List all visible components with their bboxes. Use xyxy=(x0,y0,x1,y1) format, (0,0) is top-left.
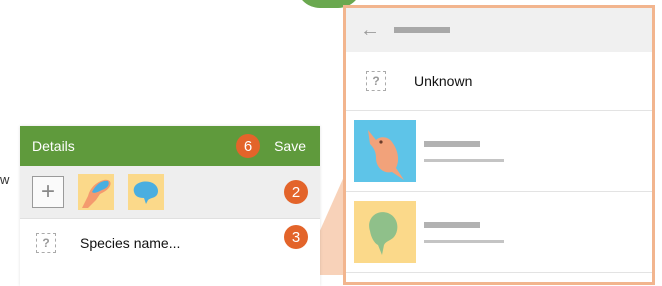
step-badge-3: 3 xyxy=(284,225,308,249)
plus-icon: + xyxy=(40,178,55,205)
picker-header: ← xyxy=(346,8,652,52)
details-title: Details xyxy=(32,138,75,154)
back-arrow-icon[interactable]: ← xyxy=(360,20,380,40)
details-panel: Details 6 Save + 2 ? Species name... 3 xyxy=(20,126,320,286)
photo-row: + 2 xyxy=(20,166,320,218)
save-button[interactable]: Save xyxy=(274,138,306,154)
title-placeholder xyxy=(394,27,450,33)
species-result-item[interactable] xyxy=(346,111,652,192)
species-detail-placeholder-bar xyxy=(424,158,504,162)
species-name-placeholder: Species name... xyxy=(80,235,181,251)
leaf-icon xyxy=(369,212,398,255)
species-name-field[interactable]: ? Species name... 3 xyxy=(20,218,320,267)
unknown-species-icon: ? xyxy=(36,233,56,253)
photo-thumbnail-bird[interactable] xyxy=(78,174,114,210)
species-name-placeholder-bar xyxy=(424,221,480,228)
photo-thumbnail-leaf[interactable] xyxy=(128,174,164,210)
species-picker-panel: ← ? Unknown xyxy=(343,5,655,285)
add-photo-button[interactable]: + xyxy=(32,176,64,208)
step-badge-6: 6 xyxy=(236,134,261,158)
step-badge-2: 2 xyxy=(284,180,308,204)
unknown-species-icon: ? xyxy=(366,71,386,91)
cropped-text: w xyxy=(0,172,10,187)
leaf-icon xyxy=(133,181,158,204)
species-result-item[interactable] xyxy=(346,192,652,273)
bird-icon xyxy=(368,130,404,180)
species-thumbnail-leaf xyxy=(354,201,416,263)
species-name-placeholder-bar xyxy=(424,140,480,147)
unknown-species-option[interactable]: ? Unknown xyxy=(346,52,652,111)
species-thumbnail-bird xyxy=(354,120,416,182)
unknown-label: Unknown xyxy=(414,73,473,89)
species-detail-placeholder-bar xyxy=(424,239,504,243)
details-header: Details 6 Save xyxy=(20,126,320,166)
bird-icon xyxy=(82,179,111,208)
